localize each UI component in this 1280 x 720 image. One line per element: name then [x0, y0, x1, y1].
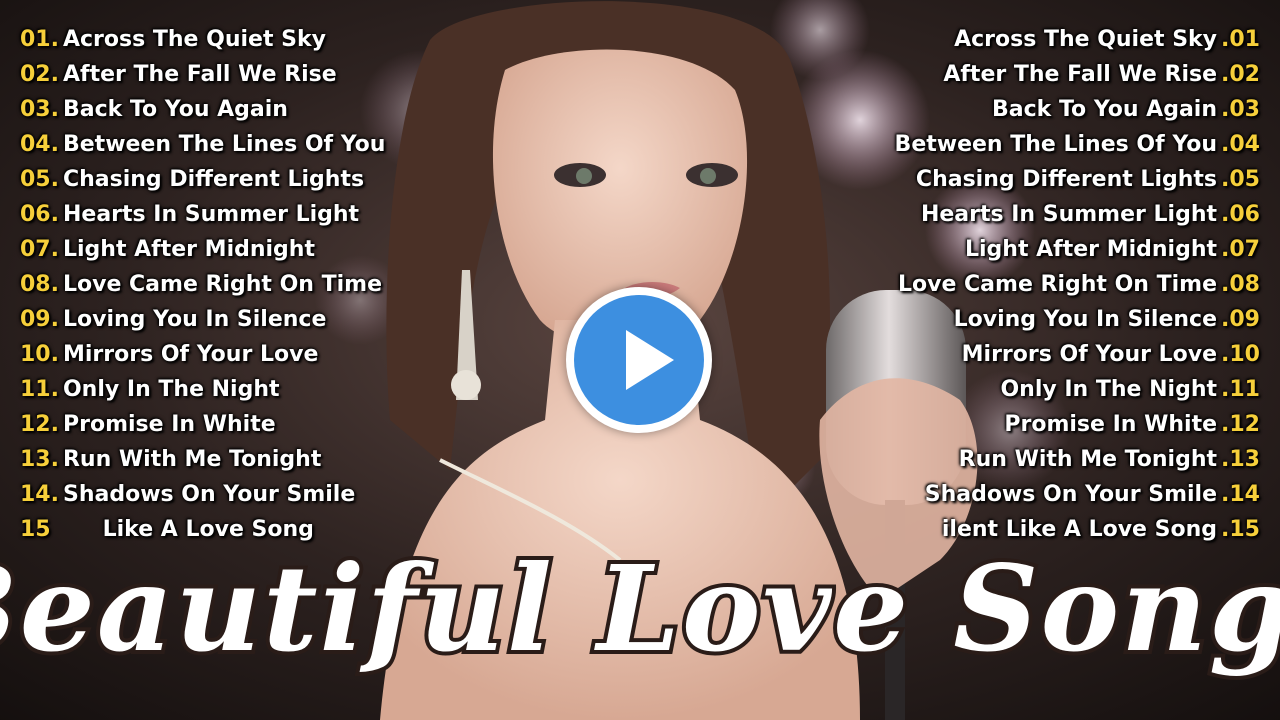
- track-number: .01: [1221, 27, 1260, 52]
- track-title: Run With Me Tonight: [62, 447, 322, 472]
- track-item: Run With Me Tonight .13: [895, 442, 1260, 477]
- track-title: Back To You Again: [62, 97, 288, 122]
- track-title: Between The Lines Of You: [62, 132, 386, 157]
- track-item: 07. Light After Midnight: [20, 232, 385, 267]
- track-number: 10.: [20, 342, 59, 367]
- track-number: 13.: [20, 447, 59, 472]
- track-item: Only In The Night .11: [895, 372, 1260, 407]
- video-thumbnail[interactable]: 01. Across The Quiet Sky 02. After The Fal…: [0, 0, 1280, 720]
- video-title: Beautiful Love Songs: [0, 539, 1280, 678]
- track-item: 01. Across The Quiet Sky: [20, 22, 385, 57]
- track-number: 03.: [20, 97, 59, 122]
- track-item: Across The Quiet Sky .01: [895, 22, 1260, 57]
- track-number: 09.: [20, 307, 59, 332]
- track-title: Promise In White: [62, 412, 276, 437]
- track-title: Chasing Different Lights: [62, 167, 365, 192]
- track-item: 06. Hearts In Summer Light: [20, 197, 385, 232]
- track-title: Loving You In Silence: [953, 307, 1218, 332]
- track-item: 12. Promise In White: [20, 407, 385, 442]
- track-item: Loving You In Silence .09: [895, 302, 1260, 337]
- track-number: .02: [1221, 62, 1260, 87]
- track-title: Promise In White: [1004, 412, 1218, 437]
- track-number: .08: [1221, 272, 1260, 297]
- title-banner: Beautiful Love Songs: [0, 535, 1280, 682]
- track-item: 04. Between The Lines Of You: [20, 127, 385, 162]
- track-number: 12.: [20, 412, 59, 437]
- track-title: Hearts In Summer Light: [62, 202, 360, 227]
- track-item: 10. Mirrors Of Your Love: [20, 337, 385, 372]
- track-number: 04.: [20, 132, 59, 157]
- track-number: 11.: [20, 377, 59, 402]
- track-title: Back To You Again: [992, 97, 1218, 122]
- track-title: Only In The Night: [1000, 377, 1218, 402]
- track-title: Loving You In Silence: [62, 307, 327, 332]
- track-number: 05.: [20, 167, 59, 192]
- track-item: 11. Only In The Night: [20, 372, 385, 407]
- track-title: Love Came Right On Time: [62, 272, 383, 297]
- track-number: 08.: [20, 272, 59, 297]
- track-number: .06: [1221, 202, 1260, 227]
- track-item: Back To You Again .03: [895, 92, 1260, 127]
- play-circle: [574, 295, 704, 425]
- track-item: 13. Run With Me Tonight: [20, 442, 385, 477]
- track-item: 08. Love Came Right On Time: [20, 267, 385, 302]
- track-title: After The Fall We Rise: [62, 62, 337, 87]
- track-number: .09: [1221, 307, 1260, 332]
- track-item: Light After Midnight .07: [895, 232, 1260, 267]
- track-title: Mirrors Of Your Love: [62, 342, 319, 367]
- track-title: Light After Midnight: [965, 237, 1218, 262]
- track-item: Promise In White .12: [895, 407, 1260, 442]
- track-item: Chasing Different Lights .05: [895, 162, 1260, 197]
- track-item: 02. After The Fall We Rise: [20, 57, 385, 92]
- track-number: 01.: [20, 27, 59, 52]
- tracklist-right: Across The Quiet Sky .01 After The Fall W…: [895, 22, 1260, 547]
- track-item: Mirrors Of Your Love .10: [895, 337, 1260, 372]
- track-number: 07.: [20, 237, 59, 262]
- play-icon: [626, 330, 674, 390]
- play-button[interactable]: [566, 287, 712, 433]
- track-item: Love Came Right On Time .08: [895, 267, 1260, 302]
- track-item: 03. Back To You Again: [20, 92, 385, 127]
- track-number: 02.: [20, 62, 59, 87]
- track-number: 06.: [20, 202, 59, 227]
- track-item: Between The Lines Of You .04: [895, 127, 1260, 162]
- track-title: After The Fall We Rise: [943, 62, 1218, 87]
- track-number: .07: [1221, 237, 1260, 262]
- track-item: Hearts In Summer Light .06: [895, 197, 1260, 232]
- track-number: .05: [1221, 167, 1260, 192]
- track-title: Run With Me Tonight: [958, 447, 1218, 472]
- track-title: Only In The Night: [62, 377, 280, 402]
- track-number: .12: [1221, 412, 1260, 437]
- track-number: .03: [1221, 97, 1260, 122]
- track-title: Between The Lines Of You: [894, 132, 1218, 157]
- track-title: Love Came Right On Time: [897, 272, 1218, 297]
- track-number: .10: [1221, 342, 1260, 367]
- track-title: Chasing Different Lights: [915, 167, 1218, 192]
- track-title: Hearts In Summer Light: [920, 202, 1218, 227]
- tracklist-left: 01. Across The Quiet Sky 02. After The Fal…: [20, 22, 385, 547]
- track-title: Light After Midnight: [62, 237, 315, 262]
- track-item: 05. Chasing Different Lights: [20, 162, 385, 197]
- track-title: Across The Quiet Sky: [62, 27, 326, 52]
- track-item: After The Fall We Rise .02: [895, 57, 1260, 92]
- track-number: .13: [1221, 447, 1260, 472]
- track-item: 09. Loving You In Silence: [20, 302, 385, 337]
- track-number: .04: [1221, 132, 1260, 157]
- track-title: Mirrors Of Your Love: [961, 342, 1218, 367]
- track-number: .11: [1221, 377, 1260, 402]
- track-title: Across The Quiet Sky: [954, 27, 1218, 52]
